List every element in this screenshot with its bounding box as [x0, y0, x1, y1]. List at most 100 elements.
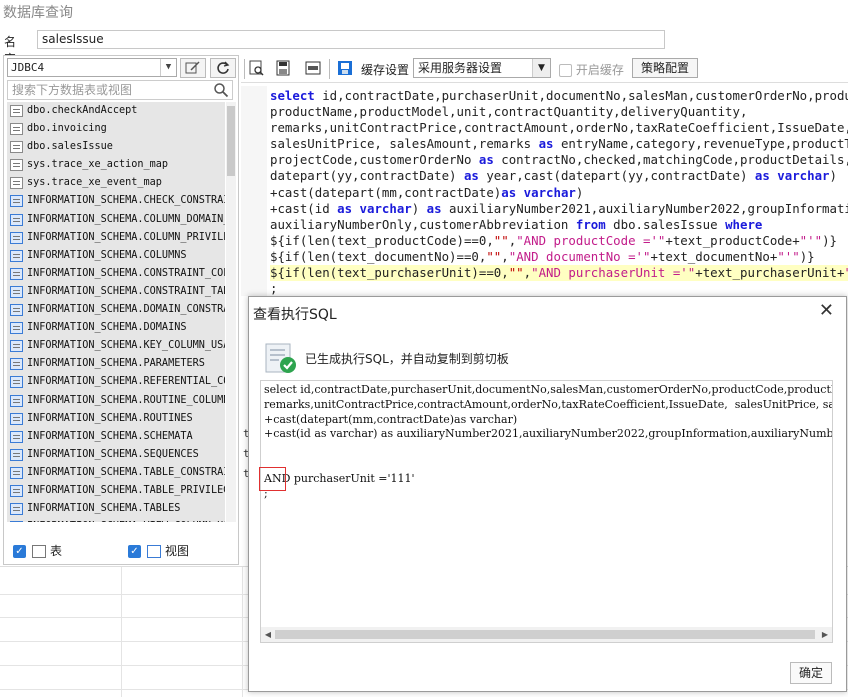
- code-token: ${if(len(text_productCode)==0,: [270, 232, 494, 248]
- view-icon: [10, 340, 23, 353]
- code-line[interactable]: salesUnitPrice, salesAmount,remarks as e…: [270, 136, 848, 152]
- filter-tables[interactable]: ✓ 表: [13, 543, 62, 561]
- table-list-item[interactable]: INFORMATION_SCHEMA.DOMAIN_CONSTRA: [7, 301, 225, 320]
- table-list-item[interactable]: INFORMATION_SCHEMA.REFERENTIAL_CO: [7, 373, 225, 392]
- enable-cache-option[interactable]: 开启缓存: [559, 61, 624, 78]
- checkbox-unchecked-icon[interactable]: [559, 64, 572, 77]
- dialog-title: 查看执行SQL: [253, 307, 337, 323]
- line-number-gutter: [241, 86, 267, 296]
- save-icon[interactable]: [275, 60, 291, 76]
- table-list-item[interactable]: INFORMATION_SCHEMA.CHECK_CONSTRAI: [7, 192, 225, 211]
- table-list-item[interactable]: dbo.invoicing: [7, 120, 225, 139]
- chevron-down-icon[interactable]: ▼: [160, 59, 176, 76]
- code-line[interactable]: 7${if(len(text_purchaserUnit)==0,"","AND…: [270, 265, 848, 282]
- table-list-item[interactable]: dbo.salesIssue: [7, 138, 225, 157]
- code-token: from: [575, 216, 606, 232]
- code-line[interactable]: 4+cast(id as varchar) as auxiliaryNumber…: [270, 201, 848, 217]
- close-icon[interactable]: ✕: [819, 302, 834, 320]
- table-list-item[interactable]: INFORMATION_SCHEMA.TABLES: [7, 500, 225, 519]
- code-line[interactable]: projectCode,customerOrderNo as contractN…: [270, 152, 848, 168]
- executed-sql[interactable]: select id,contractDate,purchaserUnit,doc…: [264, 383, 832, 501]
- cache-settings-select[interactable]: 采用服务器设置 ▼: [413, 58, 551, 78]
- code-line[interactable]: datepart(yy,contractDate) as year,cast(d…: [270, 168, 848, 184]
- sql-generated-icon: [265, 343, 296, 373]
- code-token: "": [486, 248, 502, 264]
- view-icon: [10, 304, 23, 317]
- scroll-right-icon[interactable]: ▶: [819, 627, 831, 642]
- table-list-item[interactable]: INFORMATION_SCHEMA.CONSTRAINT_COL: [7, 264, 225, 283]
- scrollbar-thumb[interactable]: [275, 630, 815, 639]
- code-line[interactable]: auxiliaryNumberOnly,customerAbbreviation…: [270, 217, 848, 233]
- table-list-item[interactable]: INFORMATION_SCHEMA.ROUTINE_COLUMN: [7, 391, 225, 410]
- toolbar-divider: [244, 59, 245, 79]
- sql-code[interactable]: 1select id,contractDate,purchaserUnit,do…: [270, 88, 848, 296]
- table-list-item[interactable]: sys.trace_xe_event_map: [7, 174, 225, 193]
- table-icon: [10, 177, 23, 190]
- table-list-item[interactable]: INFORMATION_SCHEMA.KEY_COLUMN_USA: [7, 337, 225, 356]
- code-token: +text_purchaserUnit+: [695, 265, 845, 281]
- code-token: ): [829, 168, 837, 184]
- code-token: datepart(yy,contractDate): [270, 168, 464, 184]
- table-list-item[interactable]: INFORMATION_SCHEMA.PARAMETERS: [7, 355, 225, 374]
- view-icon: [10, 285, 23, 298]
- table-list: dbo.checkAndAccept dbo.invoicing dbo.sales…: [7, 102, 225, 522]
- code-line[interactable]: 6${if(len(text_documentNo)==0,"","AND do…: [270, 249, 848, 265]
- code-line[interactable]: 8;: [270, 281, 848, 296]
- code-line[interactable]: 2remarks,unitContractPrice,contractAmoun…: [270, 120, 848, 136]
- name-input[interactable]: salesIssue: [37, 30, 665, 49]
- table-list-item[interactable]: INFORMATION_SCHEMA.COLUMN_PRIVILE: [7, 228, 225, 247]
- table-list-item[interactable]: INFORMATION_SCHEMA.COLUMN_DOMAIN_: [7, 210, 225, 229]
- table-list-item[interactable]: INFORMATION_SCHEMA.ROUTINES: [7, 409, 225, 428]
- code-line[interactable]: 5${if(len(text_productCode)==0,"","AND p…: [270, 233, 848, 249]
- table-list-item[interactable]: INFORMATION_SCHEMA.VIEW_COLUMN_US: [7, 518, 225, 522]
- table-name: INFORMATION_SCHEMA.TABLE_PRIVILEG: [27, 484, 225, 496]
- executed-sql-text[interactable]: select id,contractDate,purchaserUnit,doc…: [260, 380, 833, 643]
- code-token: year,cast(datepart(yy,contractDate): [478, 168, 755, 184]
- code-line[interactable]: 3+cast(datepart(mm,contractDate)as varch…: [270, 185, 848, 201]
- sql-icon[interactable]: [305, 60, 321, 76]
- scroll-left-icon[interactable]: ◀: [262, 627, 274, 642]
- view-executed-sql-dialog: 查看执行SQL ✕ 已生成执行SQL，并自动复制到剪切板 select id,c…: [248, 296, 847, 692]
- view-icon: [10, 466, 23, 479]
- table-list-item[interactable]: INFORMATION_SCHEMA.SEQUENCES: [7, 445, 225, 464]
- table-search-input[interactable]: 搜索下方数据表或视图: [7, 80, 233, 100]
- table-list-scrollbar[interactable]: [226, 102, 236, 522]
- dialog-message: 已生成执行SQL，并自动复制到剪切板: [305, 352, 509, 366]
- search-icon: [214, 83, 229, 98]
- table-list-item[interactable]: INFORMATION_SCHEMA.DOMAINS: [7, 319, 225, 338]
- table-list-item[interactable]: INFORMATION_SCHEMA.SCHEMATA: [7, 427, 225, 446]
- table-icon: [32, 545, 46, 558]
- scrollbar-thumb[interactable]: [227, 106, 235, 176]
- connection-select[interactable]: JDBC4 ▼: [7, 58, 177, 77]
- horizontal-scrollbar[interactable]: ◀ ▶: [261, 627, 832, 642]
- table-list-item[interactable]: dbo.checkAndAccept: [7, 102, 225, 121]
- table-list-item[interactable]: INFORMATION_SCHEMA.TABLE_PRIVILEG: [7, 481, 225, 501]
- code-token: ,: [501, 248, 509, 264]
- filter-views[interactable]: ✓ 视图: [128, 543, 189, 561]
- code-line[interactable]: productName,productModel,unit,contractQu…: [270, 104, 848, 120]
- ok-button[interactable]: 确定: [790, 662, 832, 684]
- code-token: )}: [822, 232, 837, 248]
- code-line[interactable]: 1select id,contractDate,purchaserUnit,do…: [270, 88, 848, 104]
- edit-connection-button[interactable]: [180, 58, 206, 78]
- code-token: auxiliaryNumber2021,auxiliaryNumber2022,…: [441, 200, 848, 216]
- table-list-item[interactable]: INFORMATION_SCHEMA.TABLE_CONSTRAI: [7, 463, 225, 482]
- preview-icon[interactable]: [249, 60, 265, 76]
- code-token: where: [725, 216, 763, 232]
- table-name: dbo.invoicing: [27, 123, 107, 135]
- refresh-button[interactable]: [210, 58, 236, 78]
- table-name: INFORMATION_SCHEMA.TABLE_CONSTRAI: [27, 466, 225, 478]
- table-list-item[interactable]: sys.trace_xe_action_map: [7, 156, 225, 175]
- sql-editor[interactable]: 1select id,contractDate,purchaserUnit,do…: [241, 86, 848, 296]
- strategy-config-button[interactable]: 策略配置: [632, 58, 698, 78]
- table-name: INFORMATION_SCHEMA.CONSTRAINT_TAB: [27, 285, 225, 297]
- view-icon: [10, 503, 23, 516]
- table-list-item[interactable]: INFORMATION_SCHEMA.CONSTRAINT_TAB: [7, 282, 225, 302]
- view-icon: [10, 484, 23, 497]
- table-list-item[interactable]: INFORMATION_SCHEMA.COLUMNS: [7, 246, 225, 265]
- cache-settings-value: 采用服务器设置: [418, 61, 503, 75]
- checkbox-checked-icon[interactable]: ✓: [128, 545, 141, 558]
- chevron-down-icon[interactable]: ▼: [532, 59, 550, 77]
- checkbox-checked-icon[interactable]: ✓: [13, 545, 26, 558]
- database-query-window: 数据库查询 名字: salesIssue JDBC4 ▼ 搜索下方数据表或视图 …: [0, 0, 848, 697]
